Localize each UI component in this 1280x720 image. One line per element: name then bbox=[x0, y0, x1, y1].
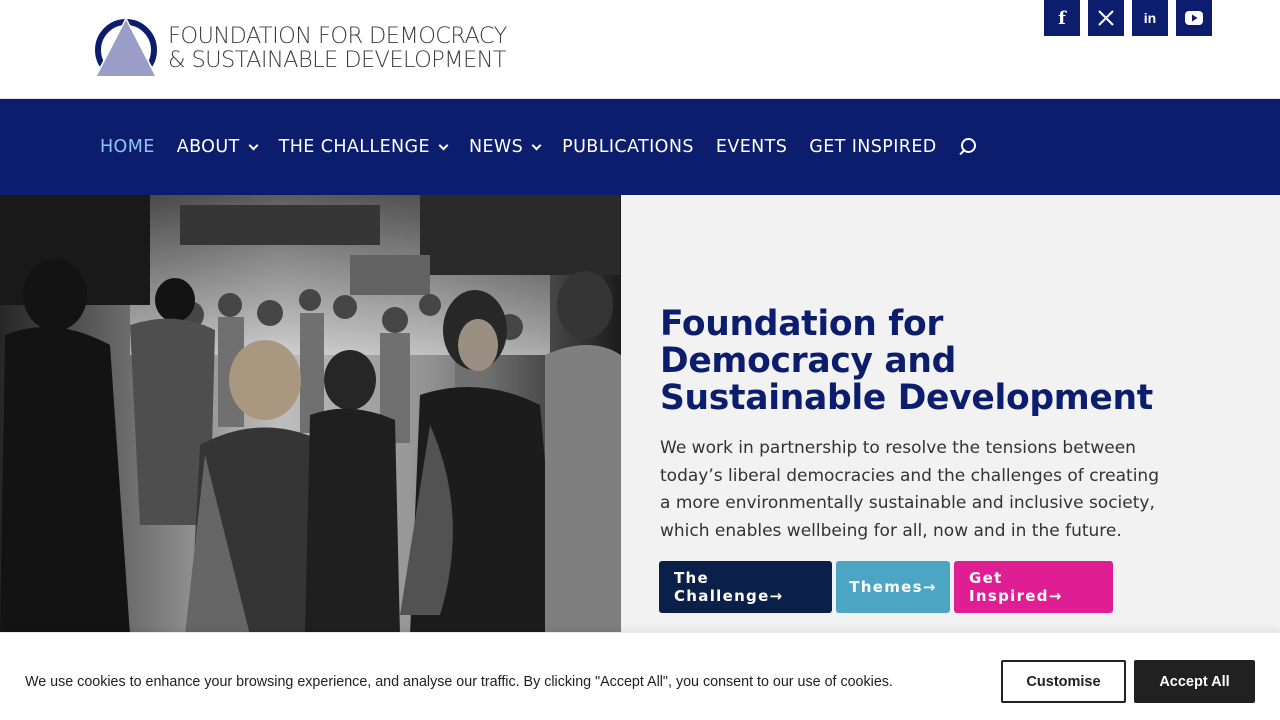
logo-line-2: & SUSTAINABLE DEVELOPMENT bbox=[168, 47, 507, 73]
site-logo[interactable]: FOUNDATION FOR DEMOCRACY & SUSTAINABLE D… bbox=[92, 14, 522, 82]
youtube-logo-icon bbox=[1185, 11, 1203, 25]
nav-about[interactable]: ABOUT bbox=[176, 137, 259, 157]
hero-crowd-photo bbox=[0, 195, 621, 635]
nav-news-label: NEWS bbox=[468, 137, 524, 157]
get-inspired-button[interactable]: Get Inspired→ bbox=[954, 561, 1113, 613]
nav-the-challenge-label: THE CHALLENGE bbox=[278, 137, 430, 157]
hero-description: We work in partnership to resolve the te… bbox=[660, 438, 1159, 541]
triangle-logo-icon bbox=[92, 17, 160, 82]
search-icon bbox=[957, 137, 977, 157]
nav-news[interactable]: NEWS bbox=[468, 137, 542, 157]
youtube-icon[interactable] bbox=[1176, 0, 1212, 36]
nav-about-label: ABOUT bbox=[176, 137, 240, 157]
themes-button[interactable]: Themes→ bbox=[836, 561, 950, 613]
the-challenge-button[interactable]: The Challenge→ bbox=[659, 561, 832, 613]
logo-line-1: FOUNDATION FOR DEMOCRACY bbox=[168, 23, 507, 49]
customise-button[interactable]: Customise bbox=[1001, 660, 1126, 703]
social-links: f in bbox=[1044, 0, 1212, 36]
crowd-photo-graphic bbox=[0, 195, 621, 635]
nav-home[interactable]: HOME bbox=[100, 137, 155, 157]
hero-title: Foundation for Democracy and Sustainable… bbox=[660, 304, 1153, 418]
nav-search[interactable] bbox=[959, 137, 977, 157]
accept-all-button[interactable]: Accept All bbox=[1134, 660, 1255, 703]
x-logo-icon bbox=[1098, 10, 1114, 26]
hero-buttons: The Challenge→ Themes→ Get Inspired→ bbox=[659, 561, 1113, 613]
nav-events[interactable]: EVENTS bbox=[716, 137, 787, 157]
cookie-message: We use cookies to enhance your browsing … bbox=[25, 674, 893, 690]
top-header: FOUNDATION FOR DEMOCRACY & SUSTAINABLE D… bbox=[0, 0, 1280, 99]
facebook-icon[interactable]: f bbox=[1044, 0, 1080, 36]
nav-get-inspired[interactable]: GET INSPIRED bbox=[809, 137, 936, 157]
chevron-down-icon bbox=[531, 140, 542, 150]
nav-events-label: EVENTS bbox=[715, 137, 788, 157]
nav-home-label: HOME bbox=[100, 137, 155, 157]
main-nav: HOME ABOUT THE CHALLENGE NEWS PUBLICATIO… bbox=[0, 99, 1280, 195]
nav-the-challenge[interactable]: THE CHALLENGE bbox=[278, 137, 449, 157]
x-icon[interactable] bbox=[1088, 0, 1124, 36]
linkedin-icon[interactable]: in bbox=[1132, 0, 1168, 36]
nav-publications[interactable]: PUBLICATIONS bbox=[562, 137, 694, 157]
logo-wordmark: FOUNDATION FOR DEMOCRACY & SUSTAINABLE D… bbox=[168, 24, 507, 72]
nav-publications-label: PUBLICATIONS bbox=[562, 137, 694, 157]
cookie-banner: We use cookies to enhance your browsing … bbox=[0, 632, 1280, 720]
chevron-down-icon bbox=[248, 140, 259, 150]
nav-get-inspired-label: GET INSPIRED bbox=[809, 137, 937, 157]
chevron-down-icon bbox=[438, 140, 449, 150]
